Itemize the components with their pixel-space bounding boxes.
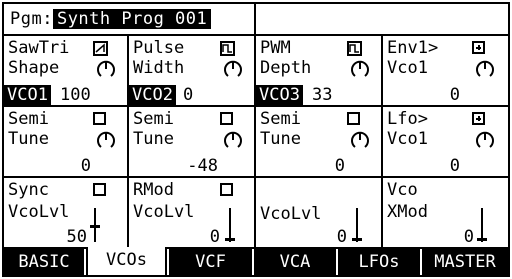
program-title[interactable]: Pgm: Synth Prog 001: [4, 4, 256, 34]
tab-vcf[interactable]: VCF: [169, 249, 252, 275]
knob-icon[interactable]: [474, 58, 496, 85]
param-label-line2: VcoLvl: [8, 202, 70, 222]
param-cell-r1-c3[interactable]: PWM Depth VCO3 33: [256, 36, 383, 107]
param-cell-r1-c2[interactable]: Pulse Width VCO2 0: [129, 36, 256, 107]
param-label-line1: RMod: [133, 180, 174, 200]
plus-box-icon[interactable]: [472, 41, 485, 54]
program-label: Pgm:: [10, 9, 53, 29]
slider-icon[interactable]: [476, 208, 488, 247]
knob-icon[interactable]: [474, 129, 496, 156]
page-tabs: BASIC VCOs VCF VCA LFOs MASTER: [4, 247, 508, 275]
plus-box-icon[interactable]: [472, 112, 485, 125]
param-label-line2: VcoLvl: [133, 202, 195, 222]
tab-lfos[interactable]: LFOs: [338, 249, 420, 275]
vco-tag: VCO2: [129, 85, 176, 105]
param-value: 0: [80, 156, 91, 176]
param-label-line2: Shape: [8, 58, 60, 78]
param-value: 100: [60, 85, 91, 105]
param-value: -48: [187, 156, 218, 176]
param-label-line1: Semi: [8, 109, 49, 129]
param-cell-r1-c4[interactable]: Env1> Vco1 0: [383, 36, 508, 107]
parameter-grid: SawTri Shape VCO1 100 Pulse Width VCO2 0 PWM Dept…: [4, 36, 508, 249]
param-label-line1: Vco: [387, 180, 418, 200]
param-value: 33: [312, 85, 333, 105]
param-value: 0: [449, 156, 460, 176]
param-cell-r3-c4[interactable]: Vco XMod 0: [383, 178, 508, 249]
param-label-line1: SawTri: [8, 38, 70, 58]
param-label-line1: Env1>: [387, 38, 439, 58]
knob-icon[interactable]: [95, 58, 117, 85]
param-label-line1: Pulse: [133, 38, 185, 58]
tab-vca[interactable]: VCA: [254, 249, 336, 275]
param-value: 0: [183, 85, 194, 105]
checkbox-icon[interactable]: [93, 183, 106, 196]
slider-icon[interactable]: [351, 208, 363, 247]
synth-editor-screen: Pgm: Synth Prog 001 SawTri Shape VCO1 100 Pul…: [2, 2, 510, 277]
param-label-line1: Sync: [8, 180, 49, 200]
param-value: 0: [209, 227, 220, 247]
param-label-line2: Width: [133, 58, 185, 78]
param-label-line2: XMod: [387, 202, 428, 222]
program-name[interactable]: Synth Prog 001: [52, 9, 212, 29]
slider-icon[interactable]: [224, 208, 236, 247]
param-label-line2: Tune: [8, 129, 49, 149]
slider-icon[interactable]: [89, 208, 101, 247]
checkbox-icon[interactable]: [93, 112, 106, 125]
param-label-line1: Semi: [260, 109, 301, 129]
tab-basic[interactable]: BASIC: [4, 249, 84, 275]
param-value: 0: [336, 227, 347, 247]
knob-icon[interactable]: [95, 129, 117, 156]
param-label-line1: Semi: [133, 109, 174, 129]
param-label-line2: VcoLvl: [260, 204, 322, 224]
param-label-line1: PWM: [260, 38, 291, 58]
checkbox-icon[interactable]: [220, 112, 233, 125]
param-value: 50: [66, 227, 87, 247]
param-cell-r2-c2[interactable]: Semi Tune -48: [129, 107, 256, 178]
knob-icon[interactable]: [222, 129, 244, 156]
vco-tag: VCO3: [256, 85, 303, 105]
param-value: 0: [463, 227, 474, 247]
knob-icon[interactable]: [349, 129, 371, 156]
param-cell-r2-c3[interactable]: Semi Tune 0: [256, 107, 383, 178]
param-value: 0: [449, 85, 460, 105]
param-cell-r3-c1[interactable]: Sync VcoLvl 50: [4, 178, 129, 249]
param-cell-r1-c1[interactable]: SawTri Shape VCO1 100: [4, 36, 129, 107]
tab-master[interactable]: MASTER: [422, 249, 508, 275]
checkbox-icon[interactable]: [220, 183, 233, 196]
param-label-line1: Lfo>: [387, 109, 428, 129]
knob-icon[interactable]: [349, 58, 371, 85]
param-label-line2: Vco1: [387, 129, 428, 149]
param-label-line2: Tune: [260, 129, 301, 149]
vco-tag: VCO1: [4, 85, 51, 105]
param-label-line2: Vco1: [387, 58, 428, 78]
title-bar: Pgm: Synth Prog 001: [4, 4, 508, 36]
param-cell-r2-c1[interactable]: Semi Tune 0: [4, 107, 129, 178]
param-cell-r3-c3[interactable]: VcoLvl 0: [256, 178, 383, 249]
param-label-line2: Tune: [133, 129, 174, 149]
param-value: 0: [334, 156, 345, 176]
param-cell-r3-c2[interactable]: RMod VcoLvl 0: [129, 178, 256, 249]
tab-vcos[interactable]: VCOs: [86, 247, 167, 275]
param-label-line2: Depth: [260, 58, 312, 78]
checkbox-icon[interactable]: [347, 112, 360, 125]
param-cell-r2-c4[interactable]: Lfo> Vco1 0: [383, 107, 508, 178]
knob-icon[interactable]: [222, 58, 244, 85]
